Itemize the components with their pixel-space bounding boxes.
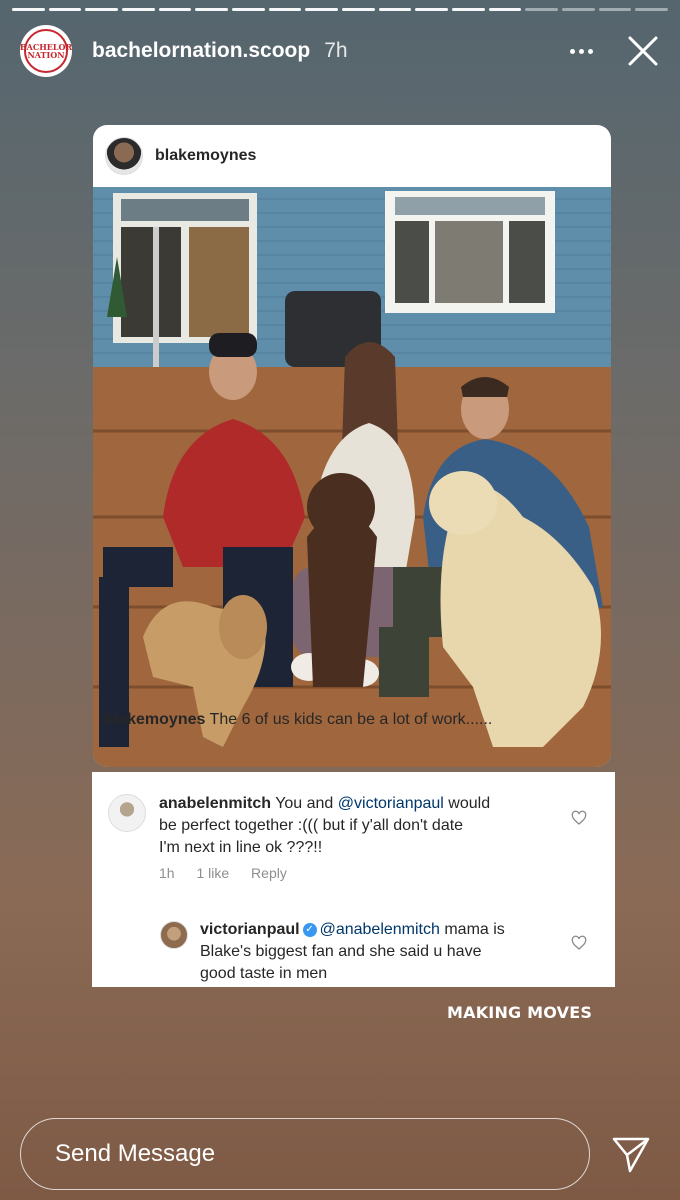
- post-avatar[interactable]: [105, 137, 143, 175]
- story-progress-segment: [232, 8, 265, 11]
- account-avatar[interactable]: BACHELOR NATION: [20, 25, 72, 77]
- story-progress-segment: [122, 8, 155, 11]
- comment-username[interactable]: victorianpaul: [200, 921, 300, 938]
- close-icon[interactable]: [626, 34, 660, 68]
- comment-text: You and: [271, 795, 338, 812]
- story-progress-segment: [635, 8, 669, 11]
- verified-badge-icon: ✓: [302, 922, 317, 937]
- post-time: 7h: [324, 39, 348, 62]
- story-progress-segment: [305, 8, 339, 11]
- caption-username[interactable]: blakemoynes: [104, 711, 205, 728]
- send-message-input[interactable]: Send Message: [20, 1118, 590, 1190]
- story-progress-segment: [12, 8, 45, 11]
- story-progress-segment: [85, 8, 119, 11]
- comment-text: would: [443, 795, 491, 812]
- post-caption: blakemoynes The 6 of us kids can be a lo…: [104, 711, 601, 729]
- send-message-placeholder: Send Message: [55, 1140, 216, 1167]
- comment-avatar[interactable]: [108, 794, 146, 832]
- story-progress-segment: [415, 8, 449, 11]
- story-progress-segment: [342, 8, 375, 11]
- story-header: BACHELOR NATION bachelornation.scoop 7h: [20, 24, 660, 78]
- comment-2-line-2: Blake's biggest fan and she said u have: [200, 943, 482, 960]
- comment-mention[interactable]: @anabelenmitch: [320, 921, 440, 938]
- story-progress-segment: [562, 8, 595, 11]
- post-photo[interactable]: [93, 187, 611, 767]
- comment-1-line-1: anabelenmitch You and @victorianpaul wou…: [159, 793, 579, 815]
- comment-username[interactable]: anabelenmitch: [159, 795, 271, 812]
- avatar-logo-text: BACHELOR NATION: [19, 42, 73, 60]
- comment-text: mama is: [439, 921, 505, 938]
- comment-time: 1h: [159, 865, 175, 881]
- comment-mention[interactable]: @victorianpaul: [338, 795, 444, 812]
- reply-button[interactable]: Reply: [251, 865, 287, 881]
- heart-icon[interactable]: [571, 935, 587, 951]
- story-progress-segment: [598, 8, 632, 11]
- comment-1: anabelenmitch You and @victorianpaul wou…: [159, 793, 579, 859]
- comment-avatar[interactable]: [160, 921, 188, 949]
- story-progress-segment: [158, 8, 192, 11]
- comment-likes[interactable]: 1 like: [196, 865, 229, 881]
- post-header: blakemoynes: [93, 125, 611, 187]
- comment-1-line-3: I'm next in line ok ???!!: [159, 839, 323, 856]
- post-username[interactable]: blakemoynes: [155, 147, 256, 165]
- comment-2: victorianpaul ✓ @anabelenmitch mama is Bla…: [200, 919, 580, 985]
- comment-2-line-1: victorianpaul ✓ @anabelenmitch mama is: [200, 919, 580, 941]
- comment-2-line-3: good taste in men: [200, 965, 328, 982]
- shared-post-card[interactable]: blakemoynes blakemoynes The 6 of us kids…: [93, 125, 611, 767]
- story-progress-segment: [378, 8, 412, 11]
- comment-1-line-2: be perfect together :((( but if y'all do…: [159, 817, 464, 834]
- story-progress-segment: [48, 8, 82, 11]
- heart-icon[interactable]: [571, 810, 587, 826]
- comments-screenshot: anabelenmitch You and @victorianpaul wou…: [92, 772, 615, 987]
- paper-plane-icon[interactable]: [610, 1133, 652, 1175]
- caption-text: The 6 of us kids can be a lot of work...…: [205, 711, 493, 728]
- avatar-logo: BACHELOR NATION: [20, 29, 72, 73]
- story-progress: [12, 8, 669, 11]
- story-text-sticker: MAKING MOVES: [447, 1003, 593, 1022]
- more-horizontal-icon[interactable]: [566, 36, 596, 66]
- story-progress-segment: [195, 8, 229, 11]
- comment-1-meta: 1h 1 like Reply: [159, 865, 305, 881]
- story-progress-segment: [525, 8, 559, 11]
- account-username[interactable]: bachelornation.scoop: [92, 39, 310, 63]
- story-progress-segment: [488, 8, 522, 11]
- story-progress-segment: [268, 8, 302, 11]
- story-progress-segment: [452, 8, 485, 11]
